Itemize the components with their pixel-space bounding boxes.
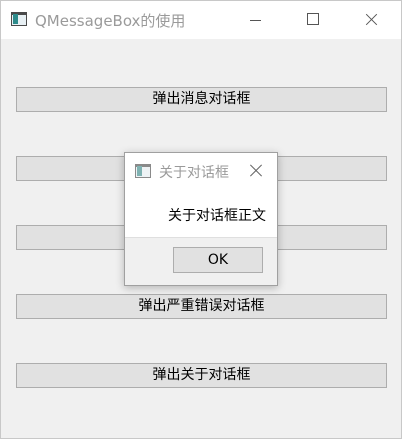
ok-button[interactable]: OK	[173, 247, 263, 273]
app-window-icon	[11, 12, 27, 26]
maximize-icon[interactable]	[290, 1, 336, 39]
show-about-dialog-button[interactable]: 弹出关于对话框	[16, 363, 387, 388]
show-critical-dialog-button[interactable]: 弹出严重错误对话框	[16, 294, 387, 319]
about-dialog: 关于对话框 关于对话框正文 OK	[124, 152, 278, 286]
close-icon[interactable]	[243, 158, 269, 184]
dialog-titlebar[interactable]: 关于对话框	[125, 153, 277, 187]
window-titlebar[interactable]: QMessageBox的使用	[1, 1, 401, 39]
app-window-icon	[135, 164, 151, 178]
close-icon[interactable]	[348, 1, 394, 39]
show-message-dialog-button[interactable]: 弹出消息对话框	[16, 87, 387, 112]
dialog-title: 关于对话框	[159, 165, 229, 181]
window-title: QMessageBox的使用	[35, 12, 186, 30]
minimize-icon[interactable]	[232, 1, 278, 39]
dialog-button-box: OK	[125, 237, 277, 285]
dialog-message-text: 关于对话框正文	[168, 208, 266, 224]
